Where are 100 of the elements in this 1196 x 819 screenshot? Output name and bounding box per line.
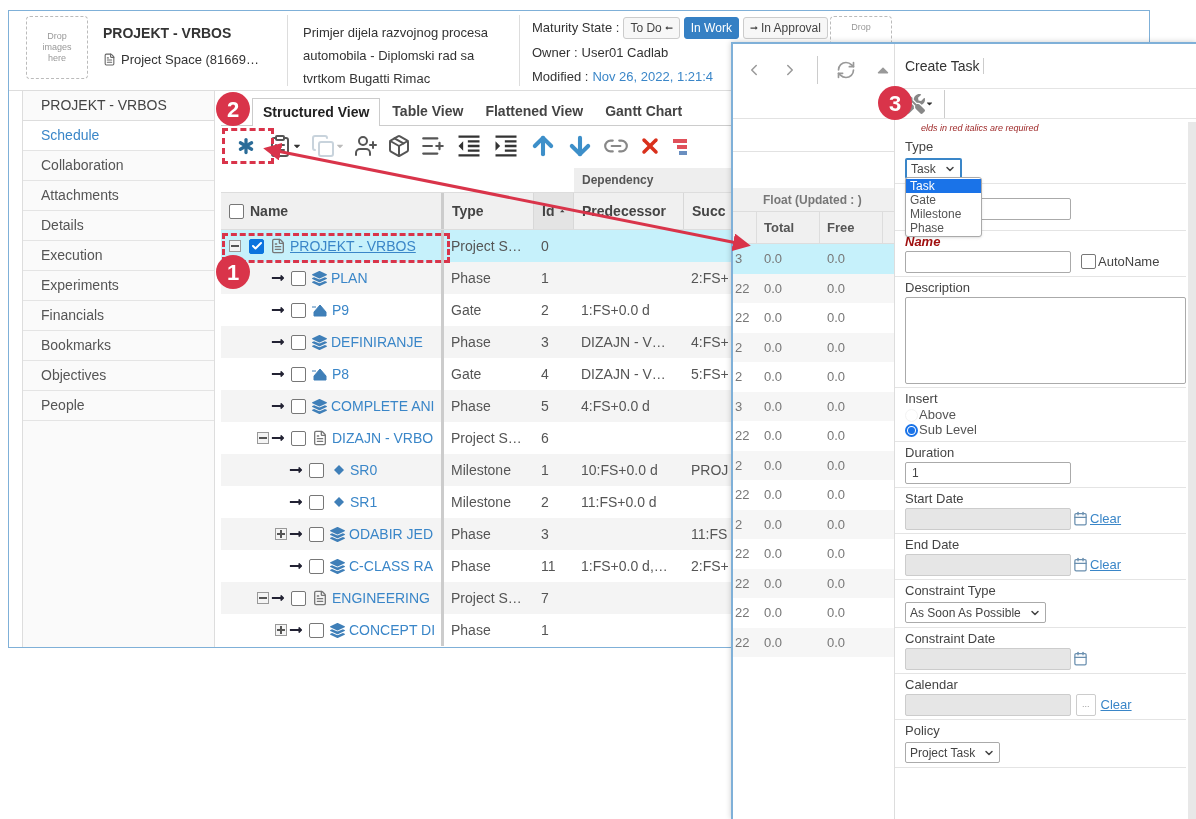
sidebar-item[interactable]: Schedule	[23, 121, 214, 151]
input-field[interactable]: 1	[905, 461, 1071, 484]
table-cell-text: 4:FS+	[691, 332, 729, 352]
select-all-checkbox[interactable]	[229, 203, 244, 219]
task-link[interactable]: DEFINIRANJE	[331, 331, 423, 353]
state-button[interactable]: To Do	[623, 17, 680, 39]
task-link[interactable]: P9	[332, 299, 350, 321]
column-header[interactable]: Free	[820, 212, 883, 243]
table-row[interactable]: 22 0.0 0.0	[733, 627, 894, 657]
refresh-icon[interactable]	[836, 60, 856, 80]
row-checkbox[interactable]	[249, 238, 264, 254]
view-tab[interactable]: Structured View	[252, 98, 381, 126]
row-checkbox[interactable]	[309, 494, 324, 510]
sidebar-item[interactable]: People	[23, 391, 214, 421]
dropdown[interactable]: As Soon As Possible	[905, 602, 1046, 623]
field-label: Start Date	[905, 489, 965, 507]
field-label: Calendar	[905, 675, 959, 693]
row-checkbox[interactable]	[291, 398, 306, 414]
table-row[interactable]: 2 0.0 0.0	[733, 450, 894, 480]
column-header[interactable]: Total	[757, 212, 820, 243]
text-area[interactable]	[905, 296, 1186, 384]
view-tab[interactable]: Flattened View	[475, 97, 594, 125]
caret-icon[interactable]	[925, 99, 934, 108]
sidebar-item[interactable]: Objectives	[23, 361, 214, 391]
table-cell-text: 2	[734, 456, 744, 475]
row-checkbox[interactable]	[291, 430, 306, 446]
sidebar-item[interactable]: Financials	[23, 301, 214, 331]
table-row[interactable]: 3 0.0 0.0	[733, 391, 894, 421]
table-cell-text: 11:FS	[691, 524, 728, 544]
task-link[interactable]: SR0	[350, 459, 378, 481]
sidebar-item[interactable]: Collaboration	[23, 151, 214, 181]
table-cell-text: 6	[540, 428, 550, 448]
table-cell-text: 0.0	[763, 309, 784, 327]
view-tab[interactable]: Table View	[382, 97, 474, 125]
table-cell-text: 0	[540, 236, 550, 256]
table-row[interactable]: 22 0.0 0.0	[733, 568, 894, 598]
table-cell-text: 2	[540, 300, 550, 320]
task-link[interactable]: DIZAJN - VRBO	[332, 427, 434, 449]
table-row[interactable]: 2 0.0 0.0	[733, 332, 894, 362]
task-link[interactable]: COMPLETE ANI	[331, 395, 435, 417]
table-cell-text: 5:FS+	[691, 364, 729, 384]
row-checkbox[interactable]	[309, 526, 324, 542]
calendar-icon[interactable]	[1073, 651, 1088, 666]
table-cell-text: 0.0	[826, 309, 847, 327]
input-field[interactable]	[905, 250, 1071, 273]
autoname-checkbox[interactable]	[1081, 254, 1096, 269]
row-checkbox[interactable]	[291, 270, 306, 286]
table-cell-text: 2:FS+	[691, 268, 729, 288]
table-cell-text: 11	[540, 556, 557, 576]
row-checkbox[interactable]	[291, 590, 306, 606]
state-button[interactable]: In Work	[683, 17, 739, 39]
sidebar-item[interactable]: Details	[23, 211, 214, 241]
task-link[interactable]: ODABIR JED	[349, 523, 433, 545]
table-cell-text: Project S…	[450, 588, 523, 608]
view-tab[interactable]: Gantt Chart	[595, 97, 693, 125]
expand-icon[interactable]	[275, 528, 287, 540]
dropdown-option[interactable]: Milestone	[906, 206, 981, 221]
table-cell-text: Phase	[450, 524, 492, 544]
calendar-icon[interactable]	[1073, 557, 1088, 572]
dropdown[interactable]: Project Task	[905, 742, 1001, 763]
task-link[interactable]: SR1	[350, 491, 378, 513]
document-icon	[312, 430, 328, 446]
row-checkbox[interactable]	[291, 302, 306, 318]
gate-icon	[312, 367, 328, 381]
collapse-icon[interactable]	[257, 592, 269, 604]
task-link[interactable]: ENGINEERING	[332, 587, 430, 609]
sidebar-item[interactable]: Attachments	[23, 181, 214, 211]
task-link[interactable]: PLAN	[331, 267, 368, 289]
task-link[interactable]: C-CLASS RA	[349, 555, 434, 577]
dropdown[interactable]: Task	[905, 158, 962, 179]
required-note: elds in red italics are required	[920, 122, 1040, 135]
radio-button[interactable]	[905, 423, 918, 437]
row-checkbox[interactable]	[291, 366, 306, 382]
field-label: End Date	[905, 535, 961, 553]
table-cell-text: 4:FS+0.0 d	[581, 396, 650, 416]
package-icon[interactable]	[387, 134, 411, 158]
column-header[interactable]: Predecessor	[574, 193, 684, 229]
table-cell-text: 0.0	[763, 397, 784, 416]
sidebar-item[interactable]: Execution	[23, 241, 214, 271]
add-person-icon[interactable]	[354, 134, 378, 158]
checklist-icon[interactable]	[268, 134, 292, 158]
dropdown-option[interactable]: Task	[906, 178, 981, 193]
task-link[interactable]: CONCEPT DI	[349, 619, 436, 641]
state-button[interactable]: In Approval	[742, 17, 828, 39]
collapse-icon[interactable]	[229, 240, 241, 252]
row-checkbox[interactable]	[291, 334, 306, 350]
row-checkbox[interactable]	[309, 622, 324, 638]
row-checkbox[interactable]	[309, 558, 324, 574]
dropdown-option[interactable]: Gate	[906, 192, 981, 207]
stack-icon	[330, 526, 345, 542]
expand-icon[interactable]	[275, 624, 287, 636]
row-checkbox[interactable]	[309, 462, 324, 478]
task-link[interactable]: P8	[332, 363, 350, 385]
calendar-icon[interactable]	[1073, 511, 1088, 526]
table-row[interactable]: 2 0.0 0.0	[733, 509, 894, 539]
sidebar-item[interactable]: Bookmarks	[23, 331, 214, 361]
table-row[interactable]: 3 0.0 0.0	[733, 244, 894, 274]
sidebar-item[interactable]: Experiments	[23, 271, 214, 301]
table-row[interactable]: 22 0.0 0.0	[733, 273, 894, 303]
collapse-icon[interactable]	[257, 432, 269, 444]
